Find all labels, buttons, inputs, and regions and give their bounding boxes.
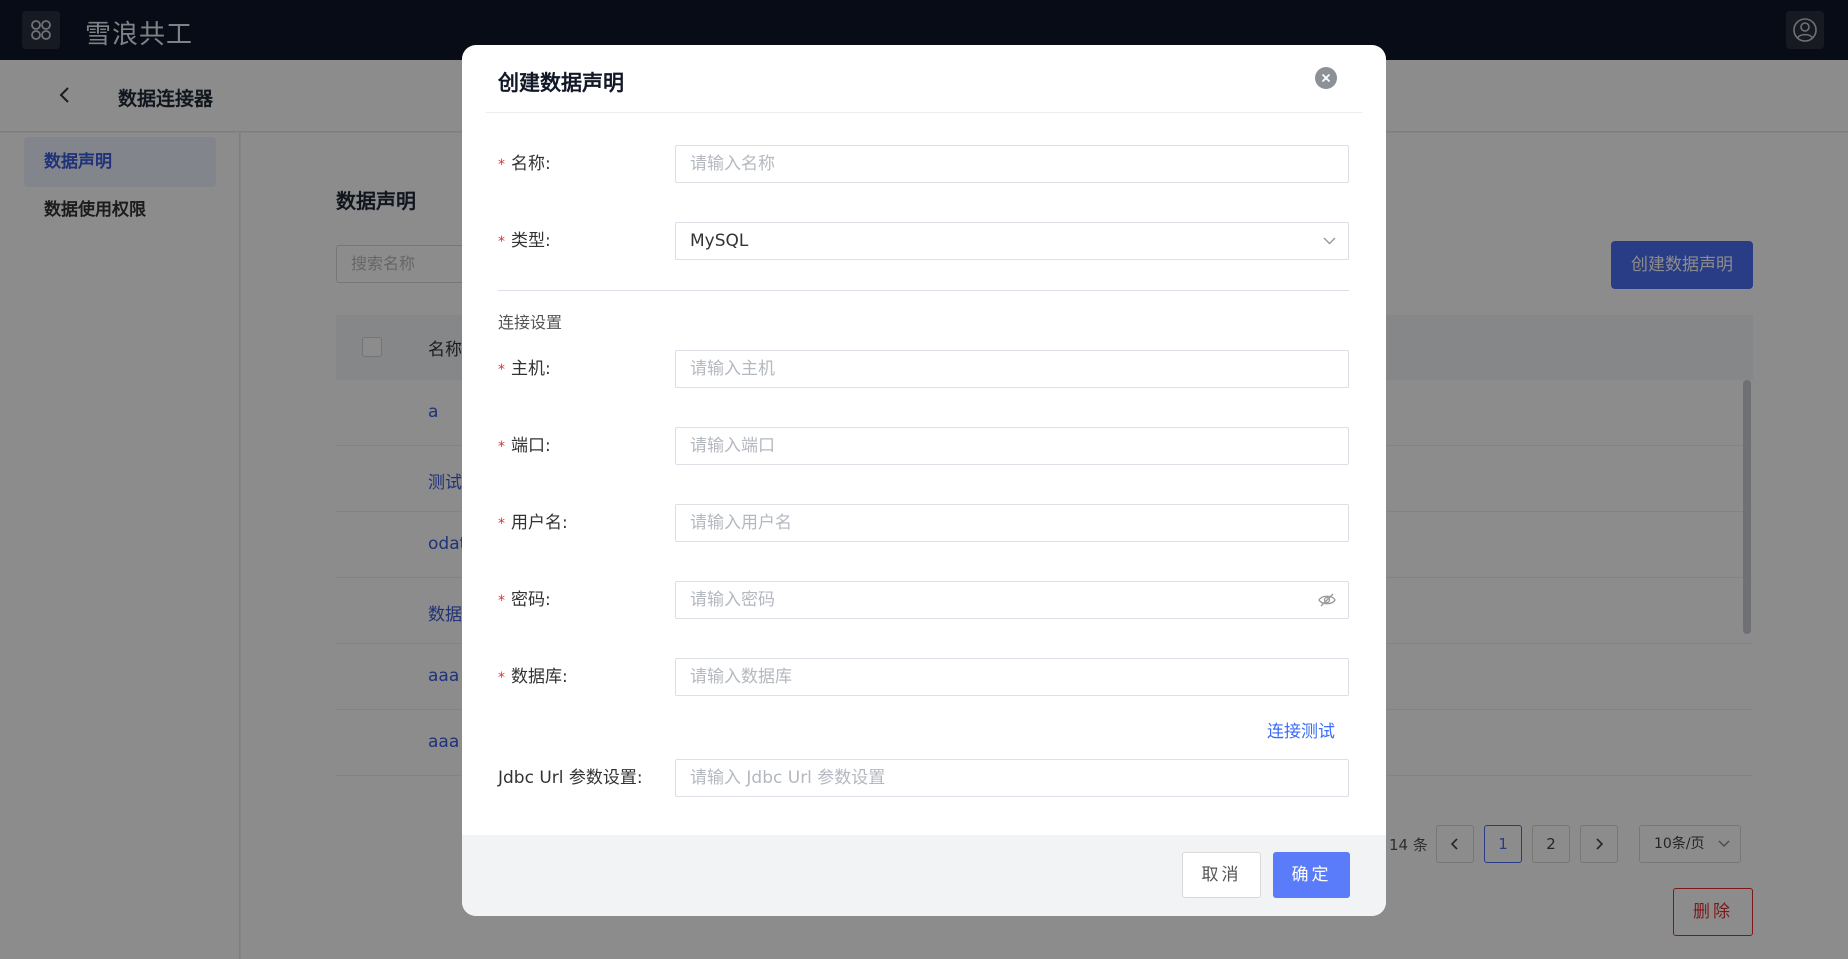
divider [486, 112, 1362, 113]
port-label: * 端口: [498, 436, 551, 456]
required-mark: * [498, 670, 505, 686]
section-divider [498, 290, 1349, 291]
required-mark: * [498, 157, 505, 173]
create-declaration-modal: 创建数据声明 * 名称: 请输入名称 * 类型: MySQL 连接设置 * 主机: 请… [462, 45, 1386, 916]
close-icon[interactable] [1315, 67, 1337, 89]
eye-off-icon[interactable] [1318, 582, 1336, 618]
jdbc-params-field[interactable]: 请输入 Jdbc Url 参数设置 [675, 759, 1349, 797]
modal-title: 创建数据声明 [498, 71, 624, 95]
password-field[interactable]: 请输入密码 [675, 581, 1349, 619]
chevron-down-icon [1323, 223, 1336, 259]
required-mark: * [498, 362, 505, 378]
required-mark: * [498, 516, 505, 532]
database-field[interactable]: 请输入数据库 [675, 658, 1349, 696]
password-placeholder: 请输入密码 [690, 590, 775, 610]
modal-footer: 取消 确定 [462, 835, 1386, 916]
required-mark: * [498, 234, 505, 250]
type-select[interactable]: MySQL [675, 222, 1349, 260]
host-field[interactable]: 请输入主机 [675, 350, 1349, 388]
type-label: * 类型: [498, 231, 551, 251]
host-label: * 主机: [498, 359, 551, 379]
username-label: * 用户名: [498, 513, 568, 533]
password-label: * 密码: [498, 590, 551, 610]
jdbc-params-label: Jdbc Url 参数设置: [498, 768, 643, 788]
connection-test-link[interactable]: 连接测试 [1267, 717, 1335, 742]
name-field[interactable]: 请输入名称 [675, 145, 1349, 183]
username-field[interactable]: 请输入用户名 [675, 504, 1349, 542]
cancel-button[interactable]: 取消 [1182, 852, 1261, 898]
required-mark: * [498, 593, 505, 609]
type-select-value: MySQL [690, 231, 749, 251]
name-label: * 名称: [498, 154, 551, 174]
required-mark: * [498, 439, 505, 455]
database-label: * 数据库: [498, 667, 568, 687]
connection-settings-heading: 连接设置 [498, 313, 563, 332]
port-field[interactable]: 请输入端口 [675, 427, 1349, 465]
confirm-button[interactable]: 确定 [1273, 852, 1350, 898]
